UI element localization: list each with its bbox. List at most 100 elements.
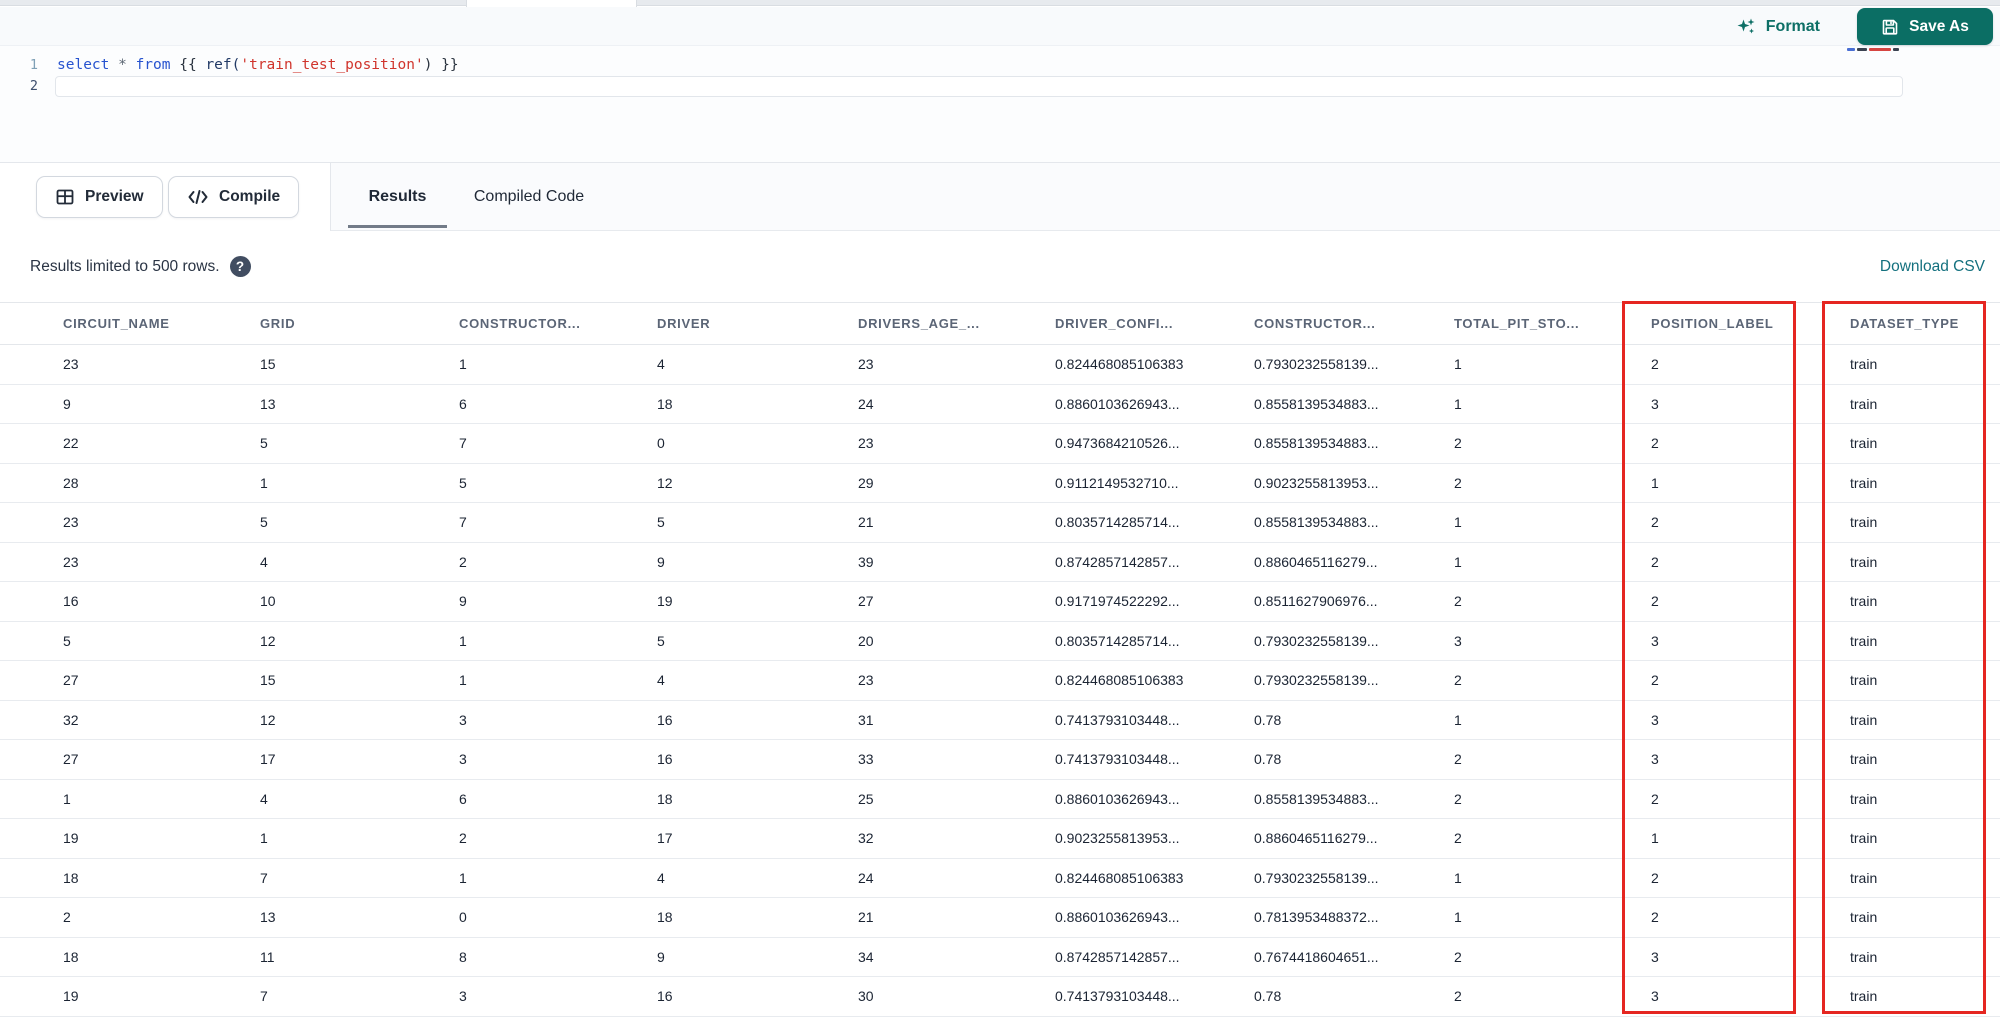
table-cell: train	[1850, 751, 1878, 768]
table-cell: 1	[459, 869, 467, 886]
column-header: CONSTRUCTOR...	[1254, 316, 1376, 331]
table-cell: 0.7930232558139...	[1254, 632, 1379, 649]
table-cell: 2	[1651, 435, 1659, 452]
table-cell: 0.9023255813953...	[1254, 474, 1379, 491]
table-cell: 22	[63, 435, 79, 452]
table-cell: 13	[260, 909, 276, 926]
table-cell: train	[1850, 553, 1878, 570]
table-cell: 1	[260, 830, 268, 847]
current-line-highlight[interactable]	[55, 76, 1903, 97]
editor-minimap[interactable]	[1847, 48, 1905, 58]
table-cell: 0.8558139534883...	[1254, 514, 1379, 531]
table-cell: 2	[1454, 988, 1462, 1005]
table-cell: 23	[63, 356, 79, 373]
table-cell: 0.8511627906976...	[1254, 593, 1378, 610]
table-cell: train	[1850, 632, 1878, 649]
file-tab-strip	[0, 0, 2000, 7]
table-cell: 0.824468085106383	[1055, 869, 1184, 886]
table-cell: 16	[657, 711, 673, 728]
table-row: 22 5 7 0 23 0.9473684210526... 0.8558139534883…	[0, 424, 2000, 464]
save-as-button[interactable]: Save As	[1857, 8, 1993, 45]
table-cell: train	[1850, 711, 1878, 728]
table-cell: 0	[657, 435, 665, 452]
table-cell: train	[1850, 395, 1878, 412]
table-cell: 1	[1454, 869, 1462, 886]
tab-compiled-code-label: Compiled Code	[473, 188, 585, 205]
table-row: 18 11 8 9 34 0.8742857142857... 0.767441860465…	[0, 937, 2000, 977]
table-cell: 2	[1651, 790, 1659, 807]
table-cell: 24	[858, 869, 874, 886]
table-cell: 15	[260, 356, 276, 373]
table-cell: 6	[459, 790, 467, 807]
column-header: TOTAL_PIT_STO...	[1454, 316, 1580, 331]
table-cell: train	[1850, 435, 1878, 452]
table-cell: 5	[260, 514, 268, 531]
table-cell: 18	[657, 395, 673, 412]
code-editor[interactable]: Format Save As 1 2 select * from {{ ref(…	[0, 7, 2000, 162]
table-icon	[55, 187, 75, 207]
table-cell: 15	[260, 672, 276, 689]
table-cell: train	[1850, 474, 1878, 491]
table-cell: 0.7413793103448...	[1055, 711, 1180, 728]
compile-button[interactable]: Compile	[168, 176, 300, 218]
line-number-2: 2	[29, 78, 38, 94]
help-icon[interactable]: ?	[229, 256, 251, 277]
code-icon	[187, 188, 209, 206]
table-cell: 21	[858, 909, 874, 926]
table-cell: 2	[1651, 553, 1659, 570]
code-token-star: *	[118, 57, 136, 73]
table-cell: 2	[459, 553, 467, 570]
format-label: Format	[1765, 18, 1820, 35]
code-token-jinja-close: ) }}	[423, 57, 459, 73]
table-cell: 2	[1454, 948, 1462, 965]
table-row: 16 10 9 19 27 0.9171974522292... 0.85116279069…	[0, 582, 2000, 622]
table-cell: 5	[657, 514, 665, 531]
table-cell: 2	[1651, 356, 1659, 373]
table-cell: 0.9112149532710...	[1055, 474, 1179, 491]
table-cell: 16	[657, 988, 673, 1005]
table-cell: 3	[459, 988, 467, 1005]
table-cell: 27	[63, 672, 79, 689]
table-row: 27 15 1 4 23 0.824468085106383 0.7930232558139…	[0, 661, 2000, 701]
table-cell: 5	[459, 474, 467, 491]
table-cell: 2	[1454, 751, 1462, 768]
table-cell: 0.7930232558139...	[1254, 672, 1379, 689]
table-cell: 2	[1454, 672, 1462, 689]
tab-compiled-code[interactable]: Compiled Code	[470, 163, 588, 231]
column-header: CIRCUIT_NAME	[63, 316, 170, 331]
column-header: CONSTRUCTOR...	[459, 316, 581, 331]
table-cell: 29	[858, 474, 874, 491]
tab-results[interactable]: Results	[348, 163, 447, 231]
table-cell: 0.8035714285714...	[1055, 632, 1180, 649]
table-cell: 25	[858, 790, 874, 807]
table-row: 2 13 0 18 21 0.8860103626943... 0.781395348837…	[0, 898, 2000, 938]
table-cell: 28	[63, 474, 79, 491]
table-cell: 3	[1651, 632, 1659, 649]
compile-label: Compile	[219, 188, 281, 205]
table-cell: train	[1850, 988, 1878, 1005]
table-cell: 0.7674418604651...	[1254, 948, 1379, 965]
table-cell: 23	[858, 356, 874, 373]
table-cell: 12	[657, 474, 673, 491]
table-cell: train	[1850, 948, 1878, 965]
code-content[interactable]: select * from {{ ref('train_test_positio…	[57, 55, 459, 76]
table-cell: train	[1850, 869, 1878, 886]
download-csv-link[interactable]: Download CSV	[1880, 231, 1985, 302]
table-cell: 32	[63, 711, 79, 728]
table-cell: 23	[63, 514, 79, 531]
active-file-tab[interactable]	[466, 0, 637, 7]
table-row: 23 4 2 9 39 0.8742857142857... 0.8860465116279…	[0, 542, 2000, 582]
format-button[interactable]: Format	[1735, 12, 1820, 42]
table-header-row: CIRCUIT_NAME GRID CONSTRUCTOR... DRIVER DRIV…	[0, 302, 2000, 345]
tab-results-label: Results	[368, 188, 427, 205]
table-cell: 9	[459, 593, 467, 610]
table-cell: 7	[260, 869, 268, 886]
table-cell: 1	[1454, 711, 1462, 728]
table-cell: 23	[63, 553, 79, 570]
table-row: 23 5 7 5 21 0.8035714285714... 0.8558139534883…	[0, 503, 2000, 543]
preview-button[interactable]: Preview	[36, 176, 163, 218]
table-cell: 12	[260, 632, 276, 649]
table-cell: 1	[63, 790, 71, 807]
table-cell: 18	[63, 948, 79, 965]
table-cell: 0.8558139534883...	[1254, 395, 1379, 412]
